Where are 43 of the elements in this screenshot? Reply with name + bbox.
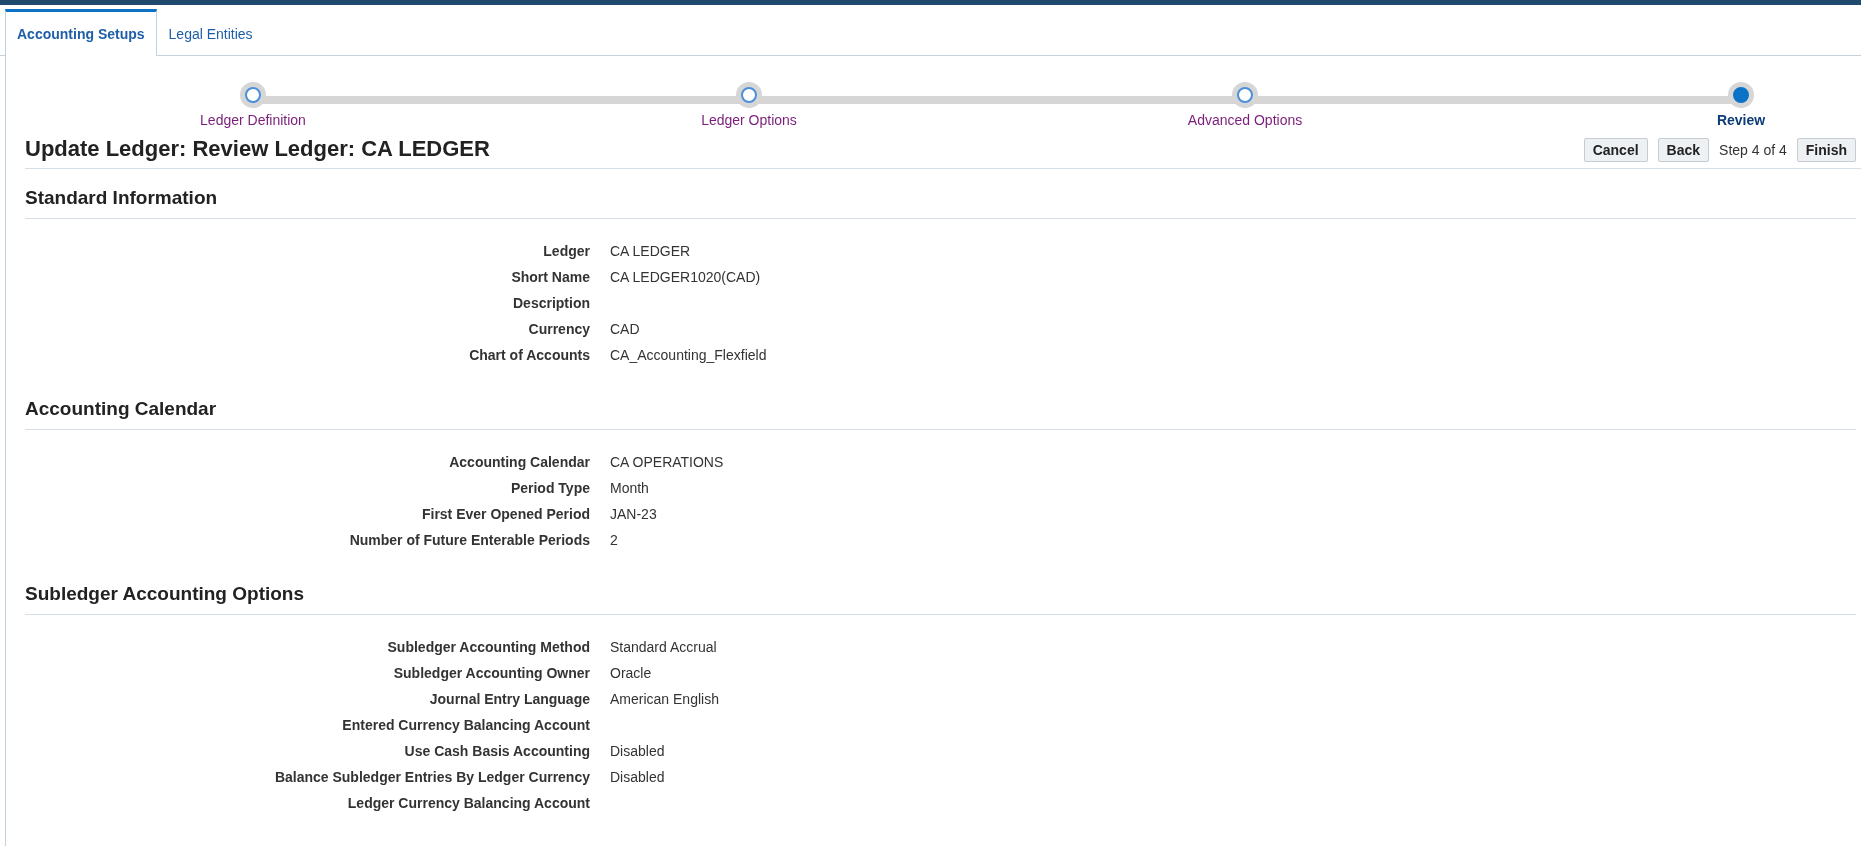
field-label: Period Type	[509, 479, 590, 498]
field-value: CA LEDGER1020(CAD)	[610, 268, 762, 287]
field-value: JAN-23	[610, 505, 658, 524]
field-label: First Ever Opened Period	[420, 505, 590, 524]
field-value: Month	[610, 479, 650, 498]
train-step[interactable]: Ledger Options	[649, 82, 849, 128]
field-value: CA OPERATIONS	[610, 453, 725, 472]
field-label: Entered Currency Balancing Account	[341, 716, 590, 735]
train-step[interactable]: Ledger Definition	[153, 82, 353, 128]
field-label: Journal Entry Language	[428, 690, 590, 709]
field-value: American English	[610, 690, 720, 709]
tab[interactable]: Legal Entities	[156, 9, 265, 56]
field-value: Disabled	[610, 742, 666, 761]
field-label: Use Cash Basis Accounting	[403, 742, 590, 761]
field-label: Number of Future Enterable Periods	[348, 531, 590, 550]
field-value: CA LEDGER	[610, 242, 692, 261]
field-value: Oracle	[610, 664, 653, 683]
finish-button[interactable]: Finish	[1796, 138, 1856, 162]
field-value: Disabled	[610, 768, 666, 787]
field-label: Balance Subledger Entries By Ledger Currency	[273, 768, 590, 787]
field-value: 2	[610, 531, 619, 550]
tab[interactable]: Accounting Setups	[5, 9, 157, 56]
field-label: Currency	[527, 320, 590, 339]
field-value: CAD	[610, 320, 641, 339]
field-label: Ledger	[542, 242, 590, 261]
section-heading: Accounting Calendar	[25, 398, 1856, 430]
train-step[interactable]: Advanced Options	[1145, 82, 1345, 128]
field-label: Ledger Currency Balancing Account	[346, 794, 590, 813]
section-heading: Standard Information	[25, 187, 1856, 219]
field-value: CA_Accounting_Flexfield	[610, 346, 768, 365]
field-label: Subledger Accounting Method	[386, 638, 590, 657]
step-indicator: Step 4 of 4	[1719, 142, 1787, 158]
field-label: Subledger Accounting Owner	[392, 664, 590, 683]
field-label: Accounting Calendar	[448, 453, 590, 472]
field-label: Description	[512, 294, 590, 313]
field-label: Short Name	[510, 268, 590, 287]
train-step[interactable]: Review	[1641, 82, 1841, 128]
field-value: Standard Accrual	[610, 638, 718, 657]
field-label: Chart of Accounts	[468, 346, 590, 365]
cancel-button[interactable]: Cancel	[1583, 138, 1648, 162]
section-heading: Subledger Accounting Options	[25, 583, 1856, 615]
page-title: Update Ledger: Review Ledger: CA LEDGER	[25, 136, 490, 162]
back-button[interactable]: Back	[1657, 138, 1710, 162]
